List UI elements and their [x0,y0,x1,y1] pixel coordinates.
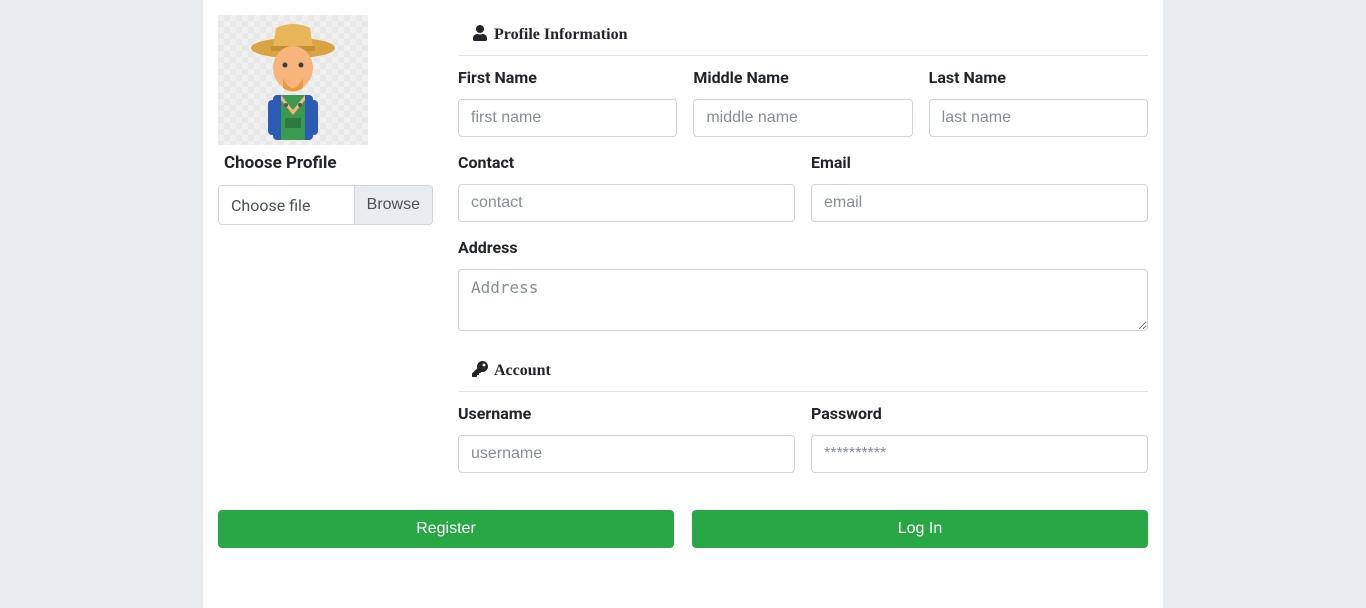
contact-label: Contact [458,153,795,172]
account-header: Account [458,351,1148,392]
email-input[interactable] [811,184,1148,222]
profile-image-preview [218,15,368,145]
account-title: Account [494,362,551,380]
login-button[interactable]: Log In [692,510,1148,548]
username-input[interactable] [458,435,795,473]
farmer-avatar-icon [243,20,343,140]
key-icon [472,361,488,381]
email-label: Email [811,153,1148,172]
address-label: Address [458,238,1148,257]
browse-button[interactable]: Browse [354,186,432,224]
password-label: Password [811,404,1148,423]
address-textarea[interactable] [458,269,1148,331]
register-button[interactable]: Register [218,510,674,548]
profile-info-title: Profile Information [494,26,627,44]
file-input-group[interactable]: Choose file Browse [218,185,433,225]
first-name-label: First Name [458,68,677,87]
choose-profile-label: Choose Profile [218,153,428,173]
password-input[interactable] [811,435,1148,473]
last-name-input[interactable] [929,99,1148,137]
middle-name-label: Middle Name [693,68,912,87]
user-icon [472,25,488,45]
last-name-label: Last Name [929,68,1148,87]
contact-input[interactable] [458,184,795,222]
username-label: Username [458,404,795,423]
first-name-input[interactable] [458,99,677,137]
file-input-placeholder: Choose file [219,186,354,224]
middle-name-input[interactable] [693,99,912,137]
profile-info-header: Profile Information [458,15,1148,56]
